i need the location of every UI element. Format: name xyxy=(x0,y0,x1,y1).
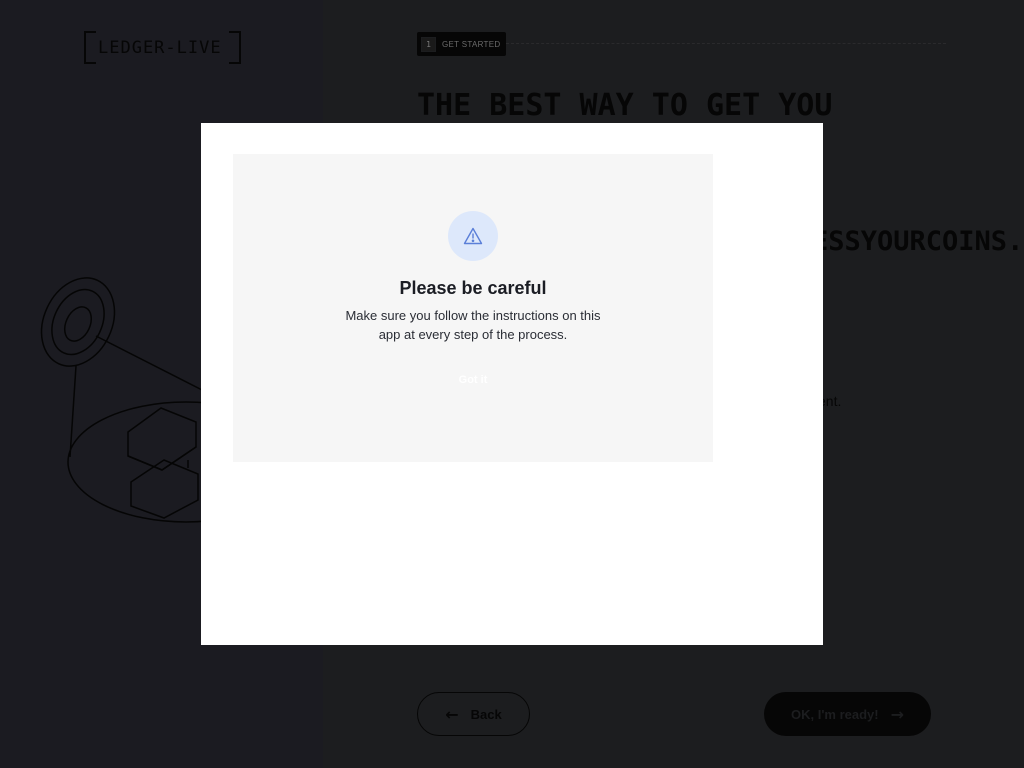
back-button-label: Back xyxy=(470,706,502,722)
careful-modal: Please be careful Make sure you follow t… xyxy=(201,123,823,645)
warning-triangle-icon xyxy=(463,227,483,245)
modal-message: Make sure you follow the instructions on… xyxy=(345,308,601,342)
modal-card: Please be careful Make sure you follow t… xyxy=(233,154,713,462)
step-label: GET STARTED xyxy=(442,39,501,49)
arrow-right-icon: → xyxy=(890,704,905,724)
onboarding-title: THE BEST WAY TO GET YOU xyxy=(417,88,833,123)
got-it-button[interactable]: Got it xyxy=(438,374,508,394)
ok-button-label: OK, I'm ready! xyxy=(790,706,879,722)
step-badge: 1 GET STARTED xyxy=(417,32,507,56)
onboarding-subtitle: ESSYOURCOINS. xyxy=(812,226,1024,257)
step-number: 1 xyxy=(421,36,436,52)
back-button[interactable]: ← Back xyxy=(417,692,530,736)
progress-line xyxy=(506,43,946,44)
arrow-left-icon: ← xyxy=(445,704,459,724)
logo-bracket-right xyxy=(229,31,241,64)
logo-text: LEDGER-LIVE xyxy=(98,38,222,58)
warning-icon-container xyxy=(448,211,498,261)
logo-bracket-left xyxy=(84,31,96,64)
ok-ready-button[interactable]: OK, I'm ready! → xyxy=(764,692,931,736)
ledger-live-logo: LEDGER-LIVE xyxy=(84,31,241,65)
modal-title: Please be careful xyxy=(399,278,547,298)
